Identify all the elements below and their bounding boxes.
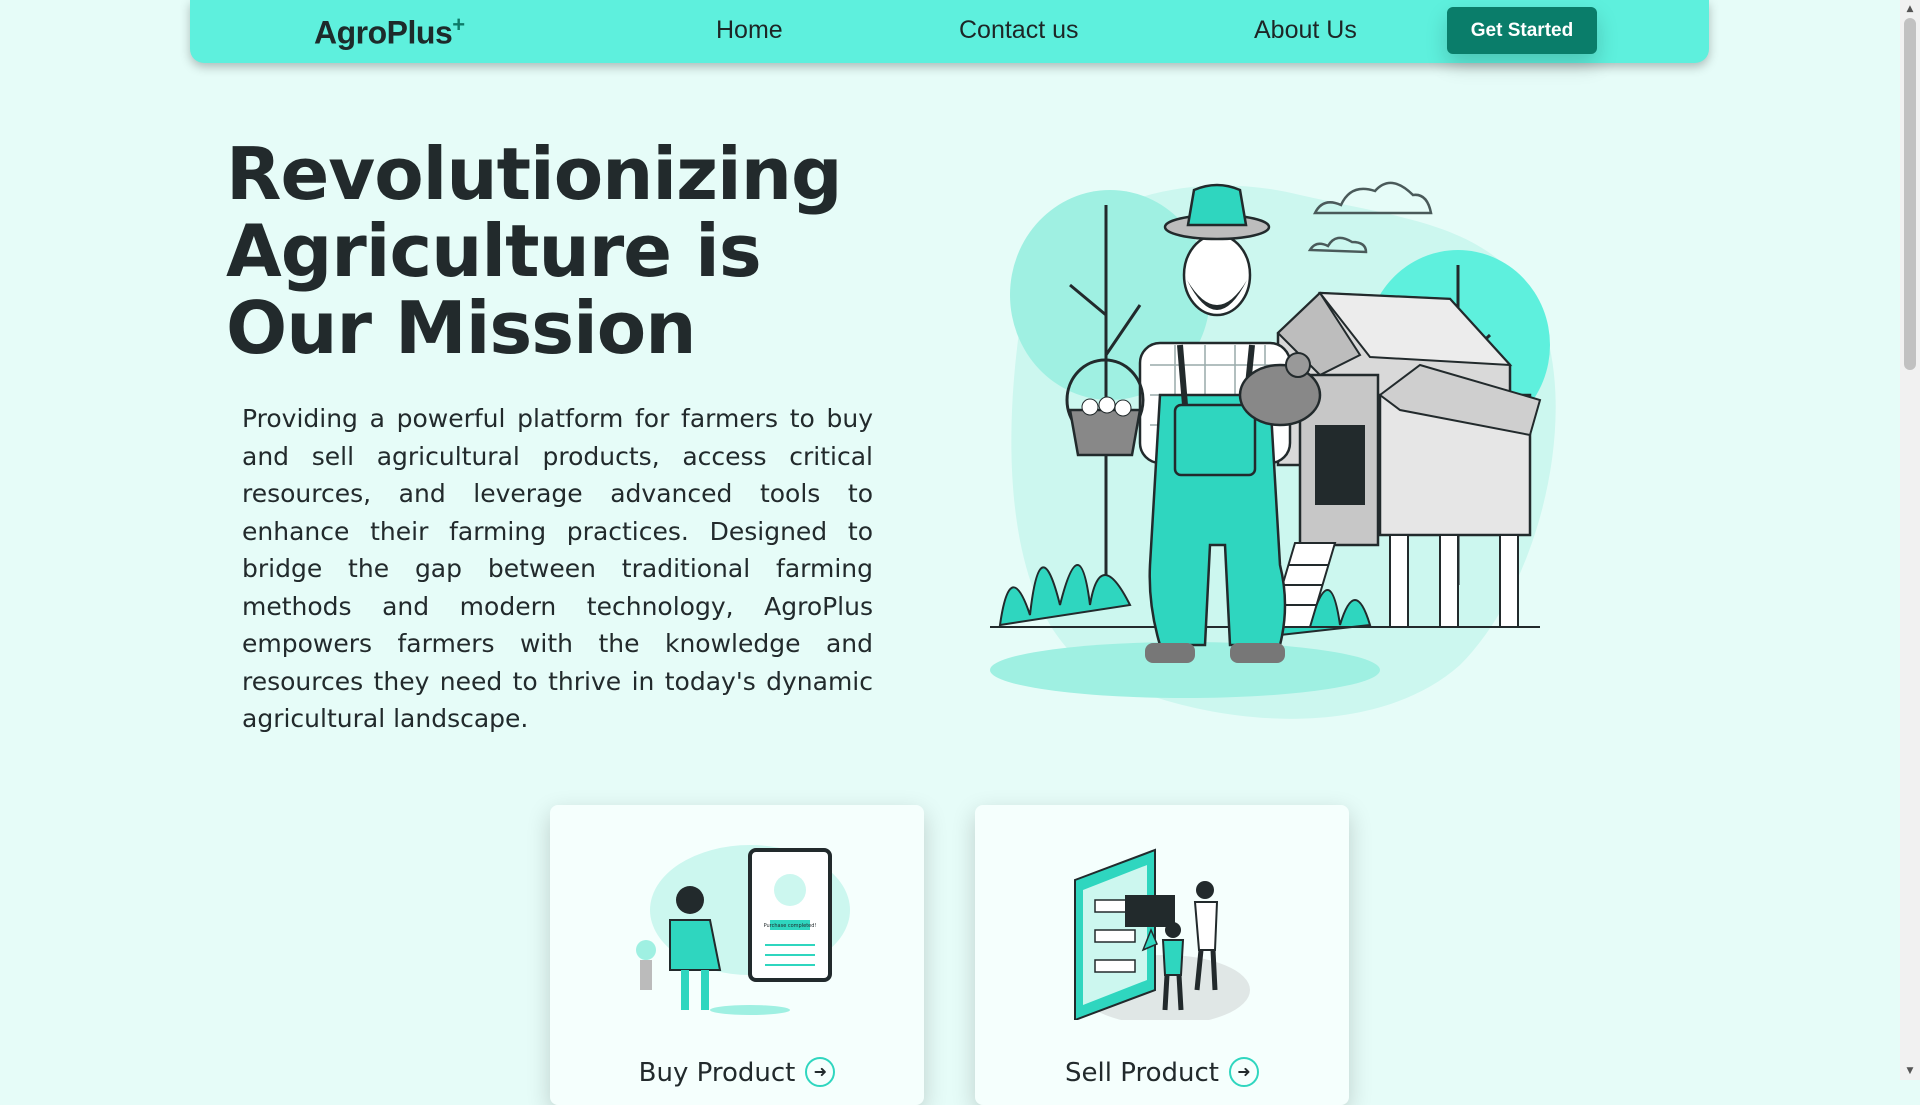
- get-started-button[interactable]: Get Started: [1447, 7, 1597, 54]
- hero-title: Revolutionizing Agriculture is Our Missi…: [226, 132, 843, 370]
- buy-product-label[interactable]: Buy Product ➜: [550, 1056, 924, 1089]
- arrow-right-icon[interactable]: ➜: [1228, 1056, 1259, 1087]
- sell-product-text: Sell Product: [1065, 1058, 1219, 1088]
- sell-product-label[interactable]: Sell Product ➜: [975, 1056, 1349, 1089]
- nav-link-about[interactable]: About Us: [1254, 16, 1357, 45]
- page-scrollbar[interactable]: ▲ ▼: [1900, 0, 1920, 1080]
- purchase-completed-text: Purchase completed!: [764, 923, 817, 929]
- farmer-illustration: [990, 181, 1556, 719]
- sell-product-illustration: [1074, 848, 1250, 1020]
- scrollbar-thumb[interactable]: [1904, 18, 1916, 370]
- navbar: AgroPlus+ Home Contact us About Us Get S…: [190, 0, 1709, 63]
- buy-product-text: Buy Product: [638, 1058, 796, 1088]
- logo-text: AgroPlus: [314, 14, 453, 51]
- sell-product-card[interactable]: Sell Product ➜: [975, 805, 1349, 1105]
- hero-description: Providing a powerful platform for farmer…: [242, 404, 873, 733]
- logo[interactable]: AgroPlus+: [314, 12, 465, 52]
- nav-link-contact[interactable]: Contact us: [959, 16, 1079, 45]
- scroll-up-arrow-icon[interactable]: ▲: [1900, 0, 1920, 18]
- logo-mark: +: [452, 12, 465, 37]
- buy-product-card[interactable]: Purchase completed! Buy Product ➜: [550, 805, 924, 1105]
- buy-product-illustration: Purchase completed!: [636, 845, 850, 1015]
- arrow-right-icon[interactable]: ➜: [805, 1056, 836, 1087]
- scroll-down-arrow-icon[interactable]: ▼: [1900, 1062, 1920, 1080]
- nav-link-home[interactable]: Home: [716, 16, 783, 45]
